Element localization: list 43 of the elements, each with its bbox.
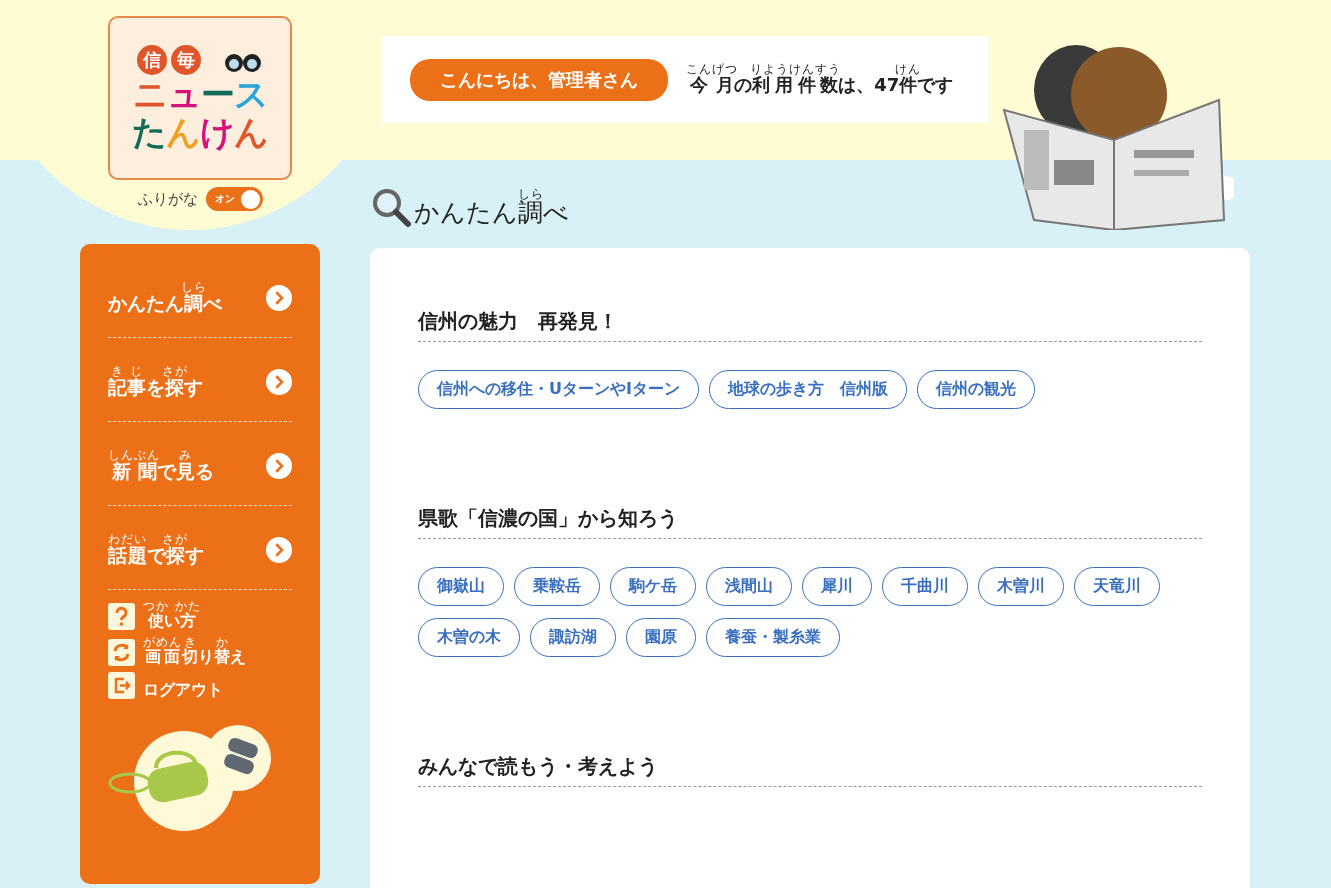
usage-text: 今月 こんげつ の利用件数 りようけんすう は、47件 けん です — [686, 63, 954, 96]
sidebar-link[interactable]: ログアウト — [108, 672, 292, 700]
topic-tag[interactable]: 天竜川 — [1074, 567, 1160, 606]
topic-tag[interactable]: 信州への移住・UターンやIターン — [418, 370, 699, 409]
logout-icon — [108, 672, 135, 700]
sidebar-link[interactable]: 画面 がめん 切 き り替 か え — [108, 636, 292, 667]
page-title: かんたん調 しら べ — [414, 188, 569, 228]
topic-tag[interactable]: 御嶽山 — [418, 567, 504, 606]
topic-tag[interactable]: 地球の歩き方 信州版 — [708, 370, 907, 409]
topic-tag[interactable]: 浅間山 — [706, 567, 792, 606]
sidebar-nav-item[interactable]: 記事 きじ を探 さが す — [108, 338, 292, 422]
section-heading: みんなで読もう・考えよう — [418, 753, 1202, 787]
chevron-right-icon — [266, 536, 292, 563]
furigana-label: ふりがな — [137, 189, 198, 209]
logo-badge: 毎 — [171, 45, 201, 76]
topic-tag[interactable]: 木曽の木 — [418, 618, 520, 657]
chevron-right-icon — [266, 368, 292, 395]
topic-tag[interactable]: 駒ケ岳 — [610, 567, 696, 606]
logo-title: たんけん — [132, 115, 268, 151]
topic-tag[interactable]: 信州の観光 — [916, 370, 1035, 409]
section-heading: 信州の魅力 再発見！ — [418, 308, 1202, 342]
search-icon — [370, 186, 412, 228]
refresh-icon — [108, 639, 135, 667]
chevron-right-icon — [266, 284, 292, 311]
sidebar-nav-item[interactable]: かんたん調 しら べ — [108, 254, 292, 338]
chevron-right-icon — [266, 452, 292, 479]
topic-tag[interactable]: 犀川 — [802, 567, 872, 606]
logo-title: ニュース — [132, 77, 268, 113]
furigana-toggle[interactable]: オン — [205, 187, 263, 211]
greeting-badge: こんにちは、管理者さん — [410, 58, 668, 101]
sidebar-nav-item[interactable]: 話題 わだい で探 さが す — [108, 506, 292, 590]
topic-tag[interactable]: 千曲川 — [882, 567, 968, 606]
sidebar-link[interactable]: 使 つか い方 かた — [108, 600, 292, 631]
topic-tag[interactable]: 乗鞍岳 — [514, 567, 600, 606]
sidebar-nav-item[interactable]: 新聞 しんぶん で見 み る — [108, 422, 292, 506]
help-icon — [108, 603, 135, 631]
topic-tag[interactable]: 園原 — [626, 618, 696, 657]
topic-tag[interactable]: 諏訪湖 — [530, 618, 616, 657]
topic-tag[interactable]: 養蚕・製糸業 — [706, 618, 840, 657]
topic-tag[interactable]: 木曽川 — [978, 567, 1064, 606]
logo-badge: 信 — [137, 45, 167, 76]
section-heading: 県歌「信濃の国」から知ろう — [418, 505, 1202, 539]
logo-card[interactable]: 信 毎 ニュース たんけん — [108, 16, 292, 180]
